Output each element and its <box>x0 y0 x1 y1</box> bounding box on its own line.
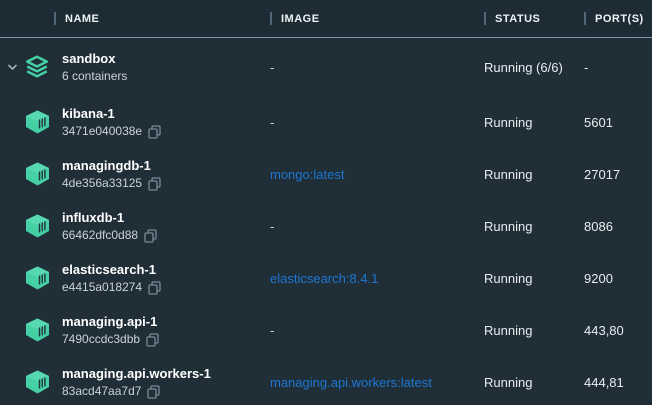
column-header-name[interactable]: NAME <box>54 12 270 25</box>
container-name: elasticsearch-1 <box>62 261 270 278</box>
table-row[interactable]: elasticsearch-1 e4415a018274 elasticsear… <box>0 252 652 304</box>
row-icon-cell <box>0 161 62 187</box>
image-cell: - <box>270 323 484 338</box>
column-divider <box>584 12 586 25</box>
column-header-image-label: IMAGE <box>281 13 320 25</box>
name-cell: managingdb-1 4de356a33125 <box>62 157 270 191</box>
ports-text: 9200 <box>584 271 652 286</box>
image-name[interactable]: elasticsearch:8.4.1 <box>270 271 378 286</box>
container-id: 3471e040038e <box>62 124 142 139</box>
row-icon-cell <box>0 369 62 395</box>
image-cell: managing.api.workers:latest <box>270 375 484 390</box>
row-icon-cell <box>0 54 62 80</box>
stack-layers-icon <box>24 54 50 80</box>
column-divider <box>484 12 486 25</box>
column-header-status[interactable]: STATUS <box>484 12 584 25</box>
container-name: managingdb-1 <box>62 157 270 174</box>
container-list-panel: NAME IMAGE STATUS PORT(S) <box>0 0 652 405</box>
ports-text: 443,80 <box>584 323 652 338</box>
container-cube-icon <box>24 265 51 291</box>
column-divider <box>54 12 56 25</box>
copy-icon[interactable] <box>148 177 161 191</box>
column-header-image[interactable]: IMAGE <box>270 12 484 25</box>
container-cube-icon <box>24 161 51 187</box>
image-cell: - <box>270 219 484 234</box>
container-name: sandbox <box>62 50 270 67</box>
container-cube-icon <box>24 369 51 395</box>
container-name: managing.api-1 <box>62 313 270 330</box>
image-cell: elasticsearch:8.4.1 <box>270 271 484 286</box>
column-header-status-label: STATUS <box>495 13 540 25</box>
name-cell: managing.api-1 7490ccdc3dbb <box>62 313 270 347</box>
container-id: 4de356a33125 <box>62 176 142 191</box>
name-cell: kibana-1 3471e040038e <box>62 105 270 139</box>
copy-icon[interactable] <box>148 125 161 139</box>
status-text: Running <box>484 167 584 182</box>
table-body: sandbox 6 containers - Running (6/6) - <box>0 38 652 405</box>
container-cube-icon <box>24 109 51 135</box>
ports-text: 5601 <box>584 115 652 130</box>
image-name[interactable]: mongo:latest <box>270 167 344 182</box>
container-name: managing.api.workers-1 <box>62 365 270 382</box>
column-header-ports-label: PORT(S) <box>595 13 644 25</box>
table-row[interactable]: managingdb-1 4de356a33125 mongo:latest R… <box>0 148 652 200</box>
row-icon-cell <box>0 265 62 291</box>
copy-icon[interactable] <box>148 281 161 295</box>
image-cell: - <box>270 60 484 75</box>
copy-icon[interactable] <box>147 385 160 399</box>
name-cell: sandbox 6 containers <box>62 50 270 84</box>
container-count: 6 containers <box>62 69 127 84</box>
container-cube-icon <box>24 213 51 239</box>
row-icon-cell <box>0 317 62 343</box>
container-id: 66462dfc0d88 <box>62 228 138 243</box>
table-row[interactable]: managing.api.workers-1 83acd47aa7d7 mana… <box>0 356 652 405</box>
image-cell: mongo:latest <box>270 167 484 182</box>
table-row[interactable]: managing.api-1 7490ccdc3dbb - Running <box>0 304 652 356</box>
image-name: - <box>270 115 274 130</box>
table-row[interactable]: kibana-1 3471e040038e - Running 5601 <box>0 96 652 148</box>
copy-icon[interactable] <box>146 333 159 347</box>
status-text: Running <box>484 271 584 286</box>
container-name: influxdb-1 <box>62 209 270 226</box>
row-icon-cell <box>0 213 62 239</box>
name-cell: elasticsearch-1 e4415a018274 <box>62 261 270 295</box>
container-id: 7490ccdc3dbb <box>62 332 140 347</box>
ports-text: 27017 <box>584 167 652 182</box>
name-cell: managing.api.workers-1 83acd47aa7d7 <box>62 365 270 399</box>
container-id: 83acd47aa7d7 <box>62 384 141 399</box>
ports-text: 444,81 <box>584 375 652 390</box>
image-cell: - <box>270 115 484 130</box>
ports-text: 8086 <box>584 219 652 234</box>
table-header: NAME IMAGE STATUS PORT(S) <box>0 0 652 38</box>
status-text: Running <box>484 323 584 338</box>
chevron-down-icon[interactable] <box>7 63 24 71</box>
name-cell: influxdb-1 66462dfc0d88 <box>62 209 270 243</box>
row-icon-cell <box>0 109 62 135</box>
image-name[interactable]: managing.api.workers:latest <box>270 375 432 390</box>
image-name: - <box>270 219 274 234</box>
column-header-ports[interactable]: PORT(S) <box>584 12 652 25</box>
container-id: e4415a018274 <box>62 280 142 295</box>
container-name: kibana-1 <box>62 105 270 122</box>
status-text: Running <box>484 115 584 130</box>
status-text: Running (6/6) <box>484 60 584 75</box>
column-divider <box>270 12 272 25</box>
image-name: - <box>270 60 274 75</box>
table-row[interactable]: influxdb-1 66462dfc0d88 - Running 8086 <box>0 200 652 252</box>
status-text: Running <box>484 219 584 234</box>
column-header-name-label: NAME <box>65 13 99 25</box>
ports-text: - <box>584 60 652 75</box>
copy-icon[interactable] <box>144 229 157 243</box>
status-text: Running <box>484 375 584 390</box>
image-name: - <box>270 323 274 338</box>
container-cube-icon <box>24 317 51 343</box>
table-row[interactable]: sandbox 6 containers - Running (6/6) - <box>0 38 652 96</box>
